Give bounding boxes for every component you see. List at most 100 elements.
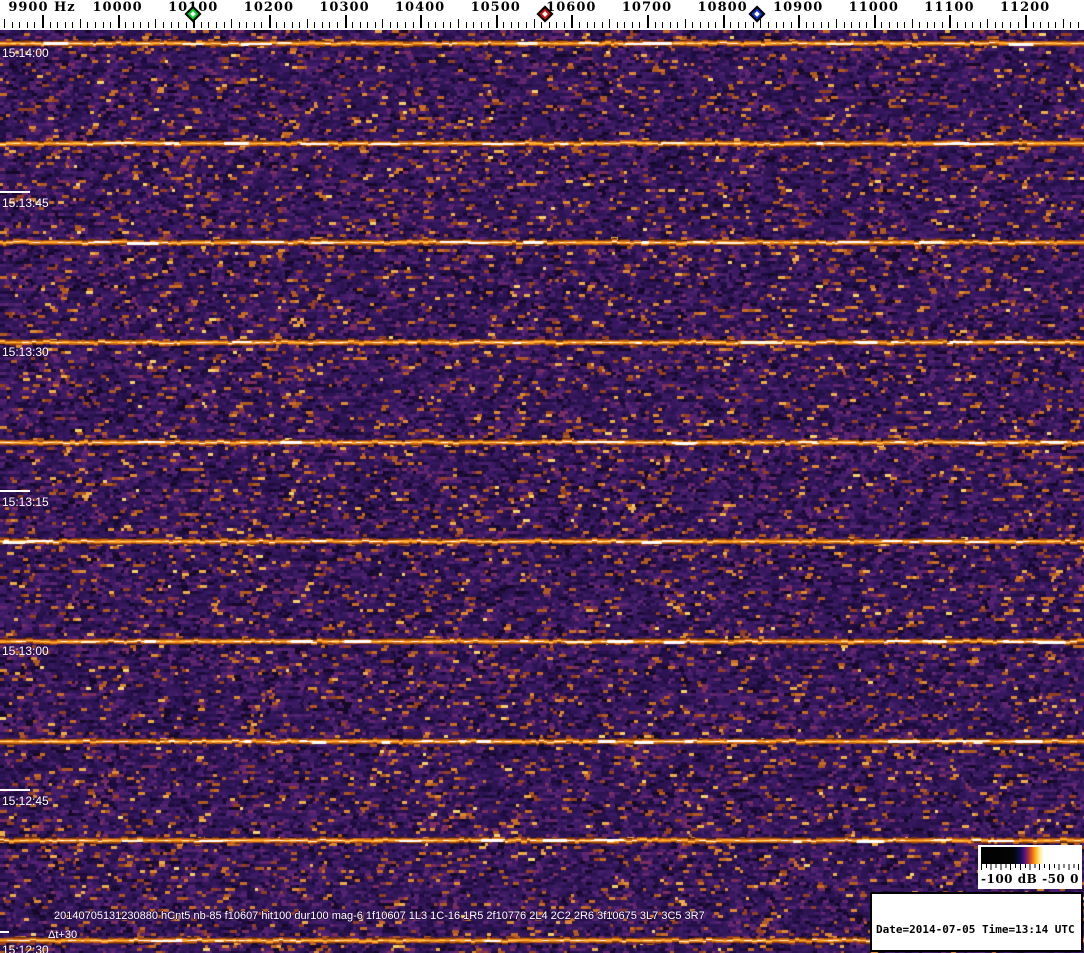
frequency-axis: 9900 Hz100001010010200103001040010500106… (0, 0, 1084, 30)
freq-tick (941, 22, 943, 28)
freq-tick (896, 22, 898, 28)
freq-axis-label: 11200 (999, 0, 1051, 15)
freq-tick (215, 22, 217, 28)
freq-tick (639, 22, 641, 28)
freq-tick (1078, 22, 1079, 28)
freq-tick (495, 15, 498, 28)
freq-tick (594, 22, 595, 28)
freq-tick (306, 19, 308, 28)
spectrogram-app-window: 9900 Hz100001010010200103001040010500106… (0, 0, 1084, 953)
freq-tick (752, 22, 754, 28)
freq-tick (541, 22, 543, 28)
freq-tick (473, 22, 474, 28)
time-axis-tick (0, 490, 30, 492)
freq-tick (662, 22, 664, 28)
freq-tick (102, 22, 104, 28)
freq-tick (291, 22, 293, 28)
freq-axis-label: 10700 (621, 0, 673, 15)
freq-tick (911, 19, 913, 28)
freq-tick (284, 22, 285, 28)
spectrogram-canvas[interactable] (0, 30, 1084, 953)
freq-tick (1002, 22, 1004, 28)
freq-tick (881, 22, 883, 28)
freq-tick (200, 22, 202, 28)
colorbar-label-mid: -50 (1042, 872, 1066, 886)
freq-tick (836, 19, 837, 28)
freq-tick (117, 15, 120, 28)
freq-tick (359, 22, 361, 28)
freq-tick (669, 22, 671, 28)
freq-tick (578, 22, 580, 28)
delta-t-label: Δt+30 (48, 929, 78, 941)
freq-tick (26, 22, 28, 28)
freq-tick (488, 22, 490, 28)
freq-tick (919, 22, 921, 28)
freq-tick (994, 22, 996, 28)
observation-info-box: Date=2014-07-05 Time=13:14 UTC Freq=143 … (870, 892, 1083, 952)
freq-tick (94, 22, 96, 28)
freq-tick (926, 22, 928, 28)
freq-tick (412, 22, 414, 28)
time-axis-label: 15:13:15 (2, 495, 49, 509)
time-axis-label: 15:13:45 (2, 196, 49, 210)
freq-tick (510, 22, 512, 28)
colorbar-ticks (981, 864, 1079, 871)
freq-tick (163, 22, 164, 28)
freq-tick (352, 22, 353, 28)
colorbar-gradient (981, 847, 1079, 864)
time-axis-label: 15:13:30 (2, 345, 49, 359)
freq-tick (987, 19, 989, 28)
bottom-left-tick (0, 931, 9, 933)
freq-tick (601, 22, 603, 28)
freq-tick (389, 22, 391, 28)
freq-tick (722, 15, 725, 28)
colorbar-ticks-short (985, 864, 1079, 868)
freq-tick (147, 22, 149, 28)
freq-tick (321, 22, 323, 28)
freq-tick (858, 22, 860, 28)
freq-tick (828, 22, 830, 28)
freq-tick (19, 22, 21, 28)
freq-tick (299, 22, 301, 28)
freq-tick (964, 22, 966, 28)
freq-tick (261, 22, 263, 28)
freq-tick (253, 22, 255, 28)
freq-tick (692, 22, 694, 28)
freq-tick (972, 22, 974, 28)
time-axis-tick (0, 191, 30, 193)
freq-tick (185, 22, 187, 28)
freq-axis-label: 10200 (243, 0, 295, 15)
freq-tick (533, 19, 535, 28)
freq-tick (238, 22, 240, 28)
freq-tick (170, 22, 172, 28)
colorbar-label-min: -100 dB (981, 872, 1038, 886)
freq-tick (677, 22, 679, 28)
freq-tick (571, 15, 574, 28)
freq-tick (344, 15, 347, 28)
freq-tick (707, 22, 709, 28)
freq-tick (904, 22, 906, 28)
freq-tick (949, 15, 952, 28)
freq-tick (760, 19, 762, 28)
freq-axis-label: 11000 (848, 0, 899, 15)
blue-marker-center-dot (753, 11, 760, 17)
freq-tick (231, 19, 232, 28)
freq-tick (783, 22, 785, 28)
freq-tick (64, 22, 66, 28)
freq-axis-label: 10000 (92, 0, 143, 15)
green-marker-center-dot (190, 11, 197, 17)
freq-tick (647, 15, 649, 28)
freq-tick (329, 22, 331, 28)
info-date-time: Date=2014-07-05 Time=13:14 UTC (876, 923, 1075, 936)
freq-tick (556, 22, 558, 28)
detection-status-line: 20140705131230880 hCnt5 nb-85 f10607 hit… (54, 910, 705, 922)
freq-tick (1017, 22, 1019, 28)
freq-tick (888, 22, 890, 28)
freq-tick (715, 22, 716, 28)
blue-marker-diamond[interactable] (748, 5, 766, 23)
freq-tick (457, 19, 459, 28)
freq-tick (246, 22, 248, 28)
freq-tick (405, 22, 406, 28)
freq-tick (314, 22, 316, 28)
freq-axis-label: 10300 (319, 0, 370, 15)
